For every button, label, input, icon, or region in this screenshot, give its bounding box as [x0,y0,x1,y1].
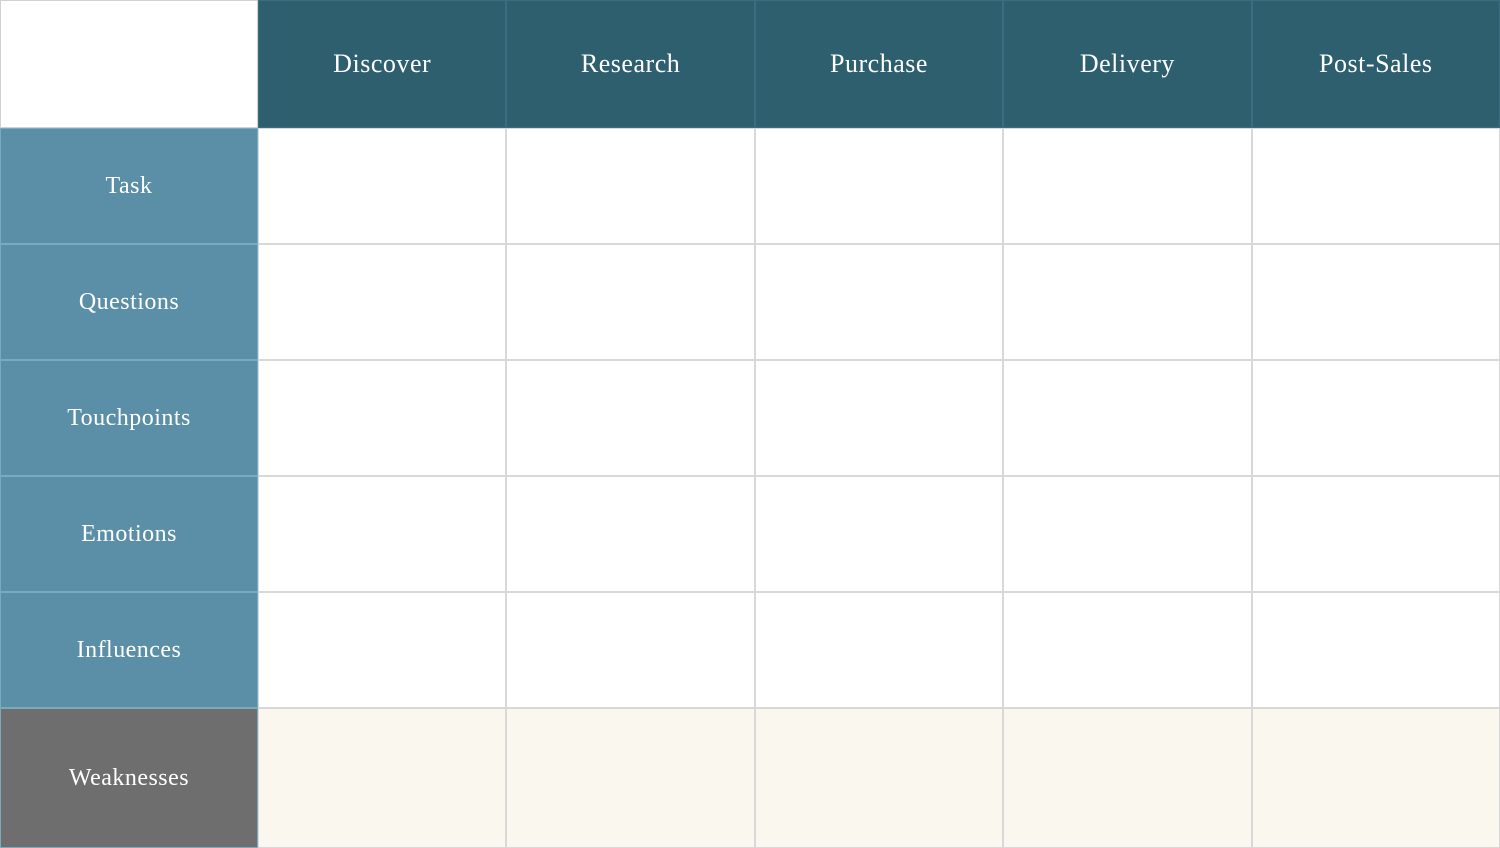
row-label-questions: Questions [0,244,258,360]
cell-task-delivery[interactable] [1003,128,1251,244]
cell-touchpoints-delivery[interactable] [1003,360,1251,476]
cell-questions-discover[interactable] [258,244,506,360]
corner-cell [0,0,258,128]
row-label-emotions: Emotions [0,476,258,592]
cell-emotions-research[interactable] [506,476,754,592]
cell-emotions-post-sales[interactable] [1252,476,1500,592]
cell-influences-post-sales[interactable] [1252,592,1500,708]
header-purchase: Purchase [755,0,1003,128]
header-discover: Discover [258,0,506,128]
journey-map: Discover Research Purchase Delivery Post… [0,0,1500,826]
header-research: Research [506,0,754,128]
row-label-influences: Influences [0,592,258,708]
cell-questions-delivery[interactable] [1003,244,1251,360]
cell-touchpoints-discover[interactable] [258,360,506,476]
cell-influences-discover[interactable] [258,592,506,708]
row-label-weaknesses: Weaknesses [0,708,258,848]
cell-emotions-delivery[interactable] [1003,476,1251,592]
row-label-task: Task [0,128,258,244]
row-label-touchpoints: Touchpoints [0,360,258,476]
cell-touchpoints-research[interactable] [506,360,754,476]
header-post-sales: Post-Sales [1252,0,1500,128]
cell-task-purchase[interactable] [755,128,1003,244]
cell-weaknesses-research[interactable] [506,708,754,848]
cell-weaknesses-delivery[interactable] [1003,708,1251,848]
cell-influences-purchase[interactable] [755,592,1003,708]
cell-weaknesses-discover[interactable] [258,708,506,848]
cell-questions-purchase[interactable] [755,244,1003,360]
cell-weaknesses-purchase[interactable] [755,708,1003,848]
cell-influences-delivery[interactable] [1003,592,1251,708]
cell-task-research[interactable] [506,128,754,244]
cell-task-discover[interactable] [258,128,506,244]
cell-emotions-purchase[interactable] [755,476,1003,592]
cell-weaknesses-post-sales[interactable] [1252,708,1500,848]
header-delivery: Delivery [1003,0,1251,128]
cell-touchpoints-purchase[interactable] [755,360,1003,476]
cell-influences-research[interactable] [506,592,754,708]
cell-questions-post-sales[interactable] [1252,244,1500,360]
cell-questions-research[interactable] [506,244,754,360]
cell-emotions-discover[interactable] [258,476,506,592]
cell-task-post-sales[interactable] [1252,128,1500,244]
cell-touchpoints-post-sales[interactable] [1252,360,1500,476]
